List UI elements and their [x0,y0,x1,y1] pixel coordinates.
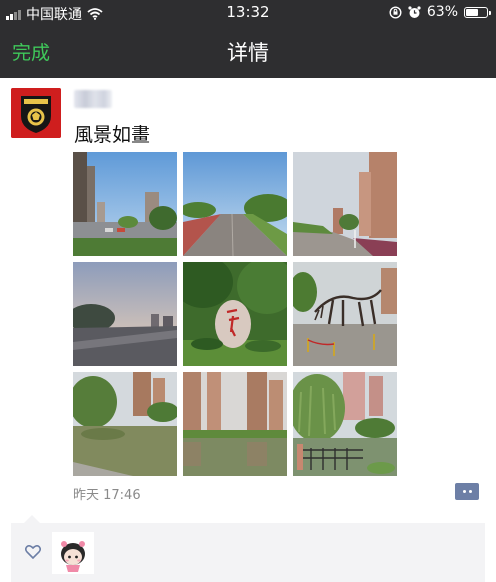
page-title: 详情 [227,41,269,65]
apartment-road-scene [293,152,397,256]
road-with-parking-scene [73,152,177,256]
liker-avatar[interactable] [52,532,94,574]
willow-by-pond-scene [293,372,397,476]
likes-panel [11,523,485,582]
dot-icon [462,490,466,493]
post-text: 風景如畫 [74,124,151,146]
photo-4[interactable] [73,262,177,366]
cartoon-girl-avatar-icon [52,532,94,574]
status-bar: 中国联通 13:32 63% [0,0,496,24]
likes-pointer [24,515,40,523]
battery-percent: 63% [426,4,458,20]
comment-button[interactable] [455,483,479,500]
avatar[interactable] [11,88,61,138]
towers-over-pond-scene [183,372,287,476]
dusk-riverside-scene [73,262,177,366]
red-inscribed-rock-scene [183,262,287,366]
photo-1[interactable] [73,152,177,256]
photo-7[interactable] [73,372,177,476]
dinosaur-skeleton-scene [293,262,397,366]
photo-9[interactable] [293,372,397,476]
post-timestamp: 昨天 17:46 [73,488,141,503]
photo-2[interactable] [183,152,287,256]
status-right: 63% [389,4,491,20]
tree-lined-road-scene [183,152,287,256]
photo-3[interactable] [293,152,397,256]
photo-8[interactable] [183,372,287,476]
blurred-username [74,90,112,108]
photo-5[interactable] [183,262,287,366]
alarm-clock-icon [408,5,421,18]
battery-fill [466,8,478,16]
shield-badge-icon [11,88,61,138]
pond-with-towers-scene [73,372,177,476]
photo-6[interactable] [293,262,397,366]
heart-icon [25,545,41,559]
nav-bar: 完成 详情 [0,24,496,78]
rotation-lock-icon [389,5,402,19]
battery-icon [464,6,491,18]
dot-icon [468,490,472,493]
